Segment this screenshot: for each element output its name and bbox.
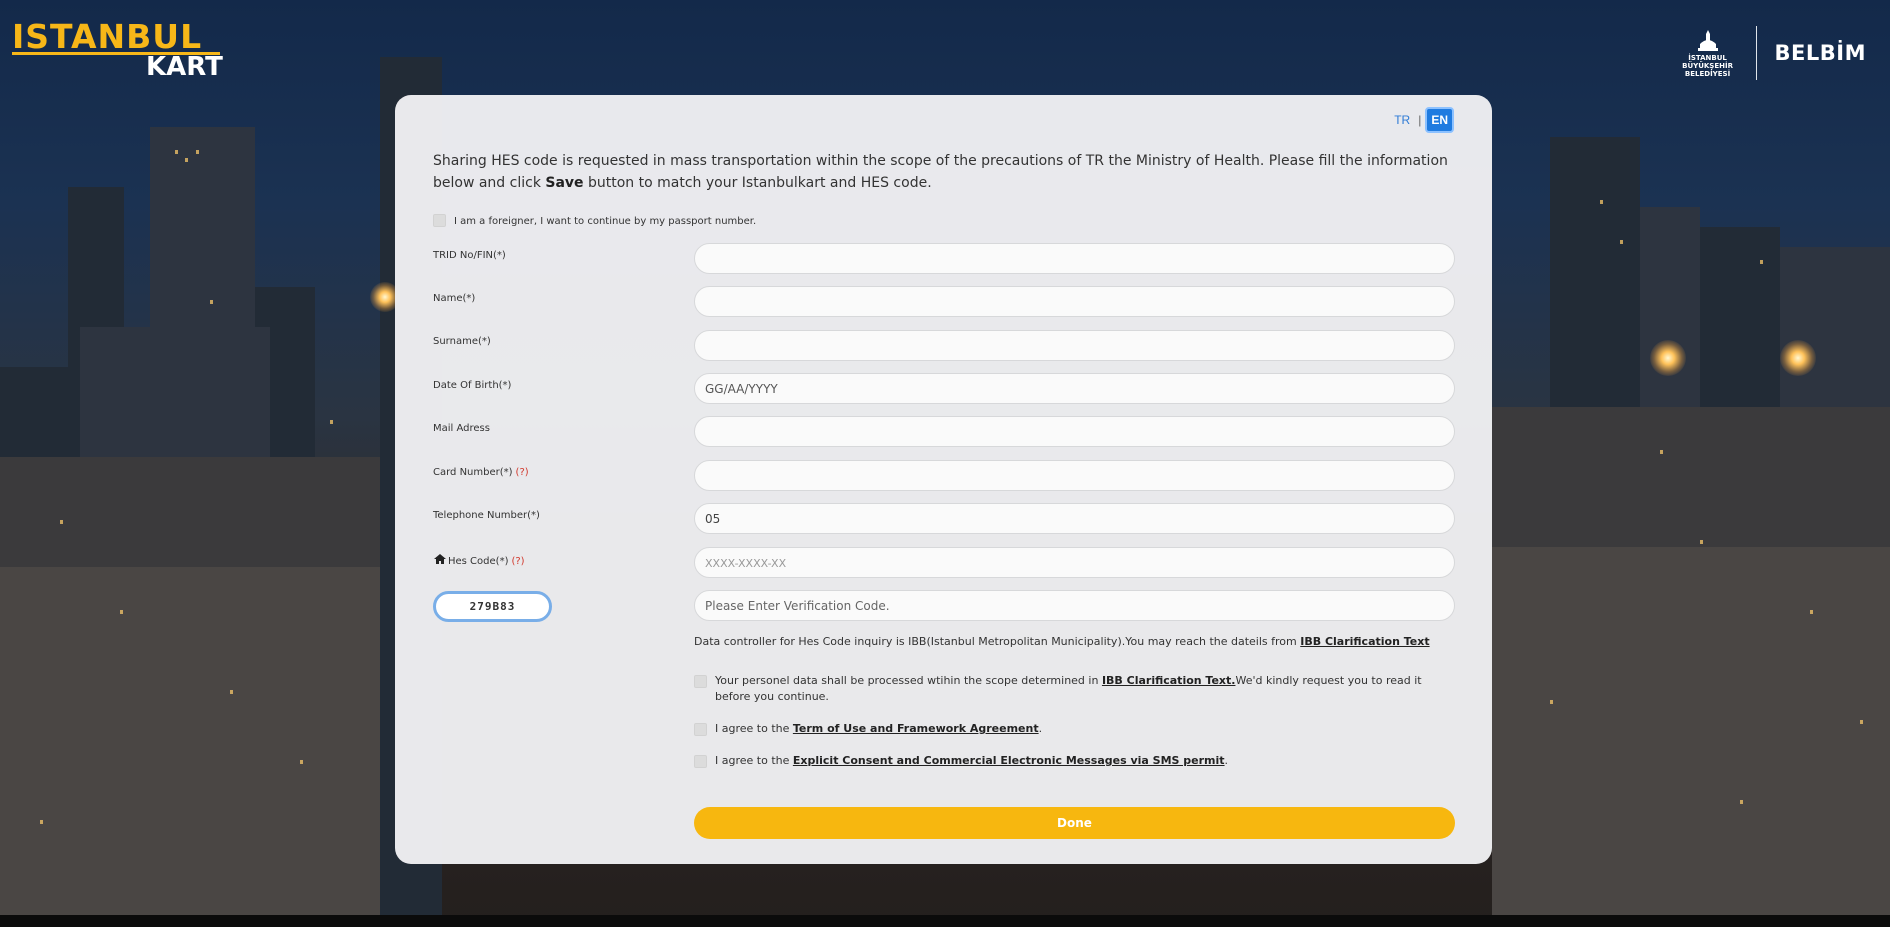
dob-input[interactable] [694,373,1455,404]
captcha-image[interactable]: 279B83 [433,591,552,622]
mail-label: Mail Adress [433,423,490,434]
lang-separator: | [1418,113,1422,127]
name-label: Name(*) [433,293,476,304]
data-controller-notice: Data controller for Hes Code inquiry is … [694,635,1430,648]
logo-kart-text: KART [146,52,223,82]
card-number-help[interactable]: (?) [516,467,529,478]
foreigner-label: I am a foreigner, I want to continue by … [454,216,757,227]
trid-input[interactable] [694,243,1455,274]
done-button[interactable]: Done [694,807,1455,839]
istanbulkart-logo[interactable]: ISTANBUL KART [12,17,223,82]
terms-link[interactable]: Term of Use and Framework Agreement [793,722,1039,735]
agree-terms-text: I agree to the Term of Use and Framework… [715,722,1043,735]
agree-sms-row: I agree to the Explicit Consent and Comm… [694,753,1445,769]
mail-input[interactable] [694,416,1455,447]
card-number-input[interactable] [694,460,1455,491]
partner-logos: İSTANBUL BÜYÜKŞEHİR BELEDİYESİ BELBİM [1678,26,1866,80]
phone-input[interactable] [694,503,1455,534]
verification-input[interactable] [694,590,1455,621]
notice-clarification-link[interactable]: IBB Clarification Text [1300,635,1429,648]
agree-personal-text: Your personel data shall be processed wt… [715,674,1422,703]
intro-save-bold: Save [545,175,584,191]
hes-code-help[interactable]: (?) [511,556,524,567]
dob-label: Date Of Birth(*) [433,380,512,391]
name-input[interactable] [694,286,1455,317]
hes-code-input[interactable] [694,547,1455,578]
surname-label: Surname(*) [433,336,491,347]
hes-code-label: Hes Code(*) (?) [433,553,525,567]
sms-consent-link[interactable]: Explicit Consent and Commercial Electron… [793,754,1225,767]
foreigner-checkbox[interactable] [433,214,446,227]
agree-sms-text: I agree to the Explicit Consent and Comm… [715,754,1229,767]
agree-personal-row: Your personel data shall be processed wt… [694,673,1445,705]
agree-sms-checkbox[interactable] [694,755,707,768]
card-number-label: Card Number(*) (?) [433,467,529,478]
agree-terms-checkbox[interactable] [694,723,707,736]
ibb-emblem-icon [1697,30,1718,51]
agree-terms-row: I agree to the Term of Use and Framework… [694,721,1445,737]
language-switcher: TR | EN [1390,107,1454,133]
hes-form-card: TR | EN Sharing HES code is requested in… [395,95,1492,864]
logo-separator [1755,26,1757,80]
phone-label: Telephone Number(*) [433,510,540,521]
agree-personal-checkbox[interactable] [694,675,707,688]
lang-tr-link[interactable]: TR [1390,110,1414,130]
personal-clarification-link[interactable]: IBB Clarification Text. [1102,674,1236,687]
logo-istanbul-text: ISTANBUL [12,17,203,56]
trid-label: TRID No/FIN(*) [433,250,506,261]
ibb-logo: İSTANBUL BÜYÜKŞEHİR BELEDİYESİ [1678,28,1738,78]
surname-input[interactable] [694,330,1455,361]
lang-en-button[interactable]: EN [1425,107,1454,133]
intro-text: Sharing HES code is requested in mass tr… [433,153,1448,191]
foreigner-row: I am a foreigner, I want to continue by … [433,214,756,229]
belbim-logo: BELBİM [1774,41,1866,65]
house-icon [434,554,446,564]
